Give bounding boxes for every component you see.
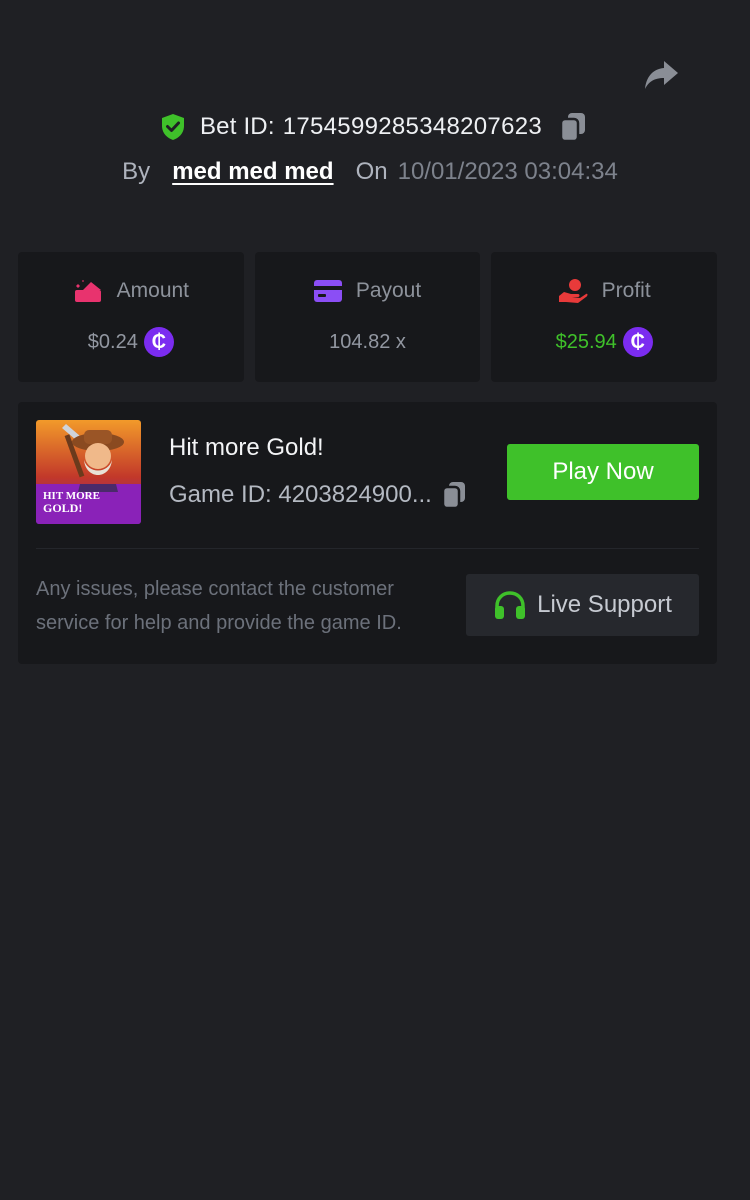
profit-value: $25.94	[555, 330, 617, 353]
payout-title: Payout	[355, 279, 422, 302]
share-icon	[645, 61, 678, 89]
bet-datetime: 10/01/2023 03:04:34	[397, 158, 618, 185]
profit-card: Profit $25.94 ₵	[491, 252, 718, 382]
coin-icon: ₵	[622, 327, 653, 357]
hand-coin-icon	[558, 279, 588, 303]
support-help-text: Any issues, please contact the customer …	[36, 578, 402, 634]
live-support-button[interactable]: Live Support	[466, 574, 699, 636]
game-thumbnail[interactable]: HIT MORE GOLD!	[36, 420, 141, 524]
thumbnail-title: HIT MORE GOLD!	[43, 490, 100, 515]
amount-value: $0.24	[87, 330, 138, 353]
stats-row: Amount $0.24 ₵ Payout 104.82 x Profit $2…	[18, 252, 718, 382]
money-icon	[74, 280, 101, 302]
copy-game-id-icon[interactable]	[440, 480, 468, 510]
bet-id-value: 1754599285348207623	[282, 113, 543, 140]
live-support-label: Live Support	[537, 591, 672, 618]
payout-card: Payout 104.82 x	[254, 252, 481, 382]
play-now-button[interactable]: Play Now	[507, 444, 699, 500]
profit-title: Profit	[601, 279, 651, 302]
game-title: Hit more Gold!	[169, 434, 324, 461]
copy-bet-id-icon[interactable]	[558, 111, 588, 143]
game-id-value: Game ID: 4203824900...	[169, 481, 432, 508]
verified-shield-icon	[161, 114, 184, 140]
username-link[interactable]: med med med	[172, 158, 333, 186]
bet-id-label: Bet ID:	[199, 113, 275, 140]
divider	[36, 548, 699, 549]
card-icon	[313, 280, 342, 302]
payout-value: 104.82 x	[329, 330, 406, 353]
on-label: On	[355, 158, 388, 185]
share-button[interactable]	[640, 56, 682, 94]
headphones-icon	[495, 591, 526, 619]
bet-details-page: Bet ID: 1754599285348207623 By med med m…	[0, 0, 750, 1200]
coin-icon: ₵	[143, 327, 174, 357]
author-row: By med med med On 10/01/2023 03:04:34	[0, 154, 750, 190]
amount-card: Amount $0.24 ₵	[18, 252, 244, 382]
game-panel: HIT MORE GOLD! Hit more Gold! Game ID: 4…	[18, 402, 717, 664]
game-id-row: Game ID: 4203824900...	[169, 480, 468, 510]
bet-id-row: Bet ID: 1754599285348207623	[0, 106, 750, 148]
amount-title: Amount	[116, 279, 190, 302]
by-label: By	[122, 158, 151, 185]
